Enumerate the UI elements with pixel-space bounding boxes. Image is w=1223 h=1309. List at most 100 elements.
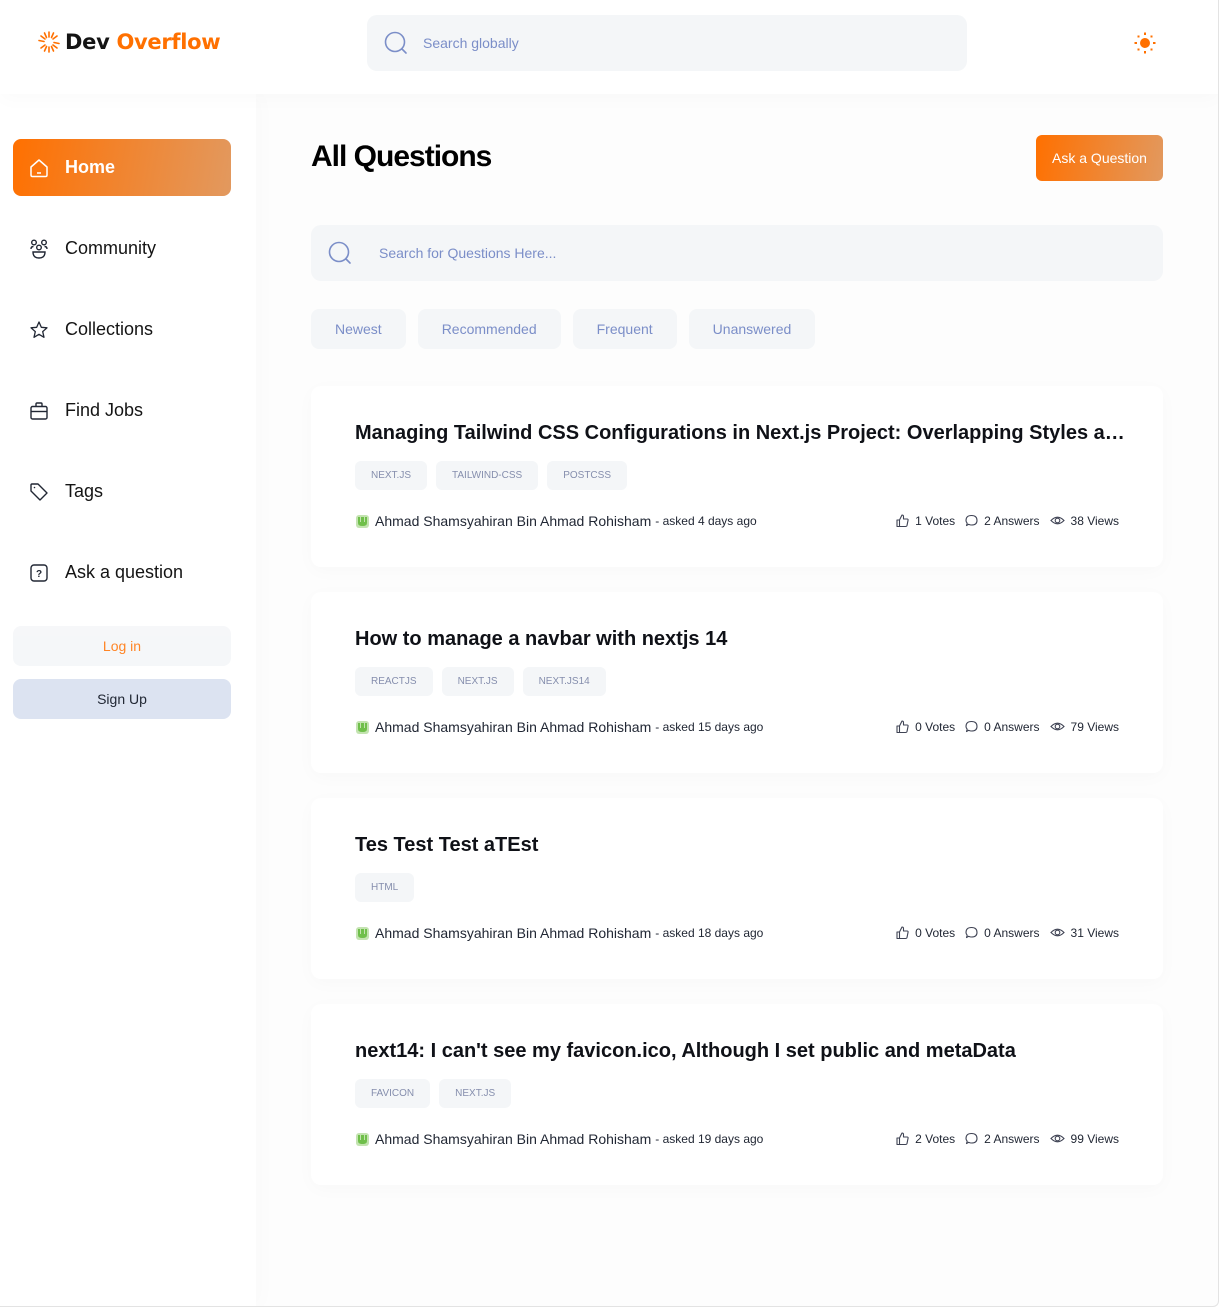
global-search-input[interactable] [423, 15, 943, 71]
views-metric: 31 Views [1049, 925, 1119, 940]
question-title[interactable]: Managing Tailwind CSS Configurations in … [355, 422, 1125, 445]
sidebar-item-tags[interactable]: Tags [13, 463, 231, 520]
thumbs-up-icon [896, 926, 909, 940]
filter-recommended[interactable]: Recommended [417, 309, 561, 349]
tag-badge[interactable]: HTML [355, 873, 415, 902]
signup-button[interactable]: Sign Up [13, 679, 231, 719]
ask-question-button[interactable]: Ask a Question [1036, 135, 1163, 181]
filter-unanswered[interactable]: Unanswered [688, 309, 816, 349]
avatar-icon [356, 1132, 369, 1146]
answers-metric: 2 Answers [964, 1131, 1040, 1146]
question-card: Tes Test Test aTEst HTML Ahmad Shamsyahi… [311, 798, 1163, 979]
question-metrics: 0 Votes 0 Answers 31 Views [895, 925, 1119, 940]
question-search-input[interactable] [379, 225, 1139, 281]
tag-list: REACTJS NEXT.JS NEXT.JS14 [355, 667, 606, 696]
tag-list: HTML [355, 873, 415, 902]
metric-label: 31 Views [1070, 925, 1119, 940]
home-icon [30, 158, 48, 177]
logo[interactable]: Dev Overflow [36, 29, 221, 55]
navbar: Dev Overflow [0, 0, 1218, 94]
eye-icon [1049, 722, 1065, 731]
sidebar-item-collections[interactable]: Collections [13, 301, 231, 358]
tag-badge[interactable]: TAILWIND-CSS [436, 461, 539, 490]
question-card: How to manage a navbar with nextjs 14 RE… [311, 592, 1163, 773]
metric-label: 0 Answers [984, 925, 1040, 940]
app-window: Dev Overflow Search globally Home Commun… [0, 0, 1219, 1307]
tag-badge[interactable]: REACTJS [355, 667, 433, 696]
author-name: Ahmad Shamsyahiran Bin Ahmad Rohisham [375, 925, 652, 941]
svg-text:?: ? [36, 569, 42, 580]
asked-time: - asked 18 days ago [655, 926, 764, 940]
author-name: Ahmad Shamsyahiran Bin Ahmad Rohisham [375, 719, 652, 735]
eye-icon [1049, 516, 1065, 525]
question-title[interactable]: next14: I can't see my favicon.ico, Alth… [355, 1040, 1125, 1063]
sidebar-item-find-jobs[interactable]: Find Jobs [13, 382, 231, 439]
logo-icon [38, 31, 60, 53]
question-metrics: 2 Votes 2 Answers 99 Views [895, 1131, 1119, 1146]
votes-metric: 1 Votes [895, 513, 955, 528]
filter-tabs: Newest Recommended Frequent Unanswered [311, 309, 816, 349]
answers-metric: 2 Answers [964, 513, 1040, 528]
asked-time: - asked 15 days ago [655, 720, 764, 734]
eye-icon [1049, 928, 1065, 937]
views-metric: 79 Views [1049, 719, 1119, 734]
metric-label: 0 Votes [915, 719, 956, 734]
sidebar-item-label: Tags [65, 481, 104, 501]
thumbs-up-icon [896, 720, 909, 734]
login-button[interactable]: Log in [13, 626, 231, 666]
question-card: next14: I can't see my favicon.ico, Alth… [311, 1004, 1163, 1185]
question-search [311, 225, 1163, 281]
views-metric: 99 Views [1049, 1131, 1119, 1146]
tag-badge[interactable]: NEXT.JS [441, 667, 514, 696]
sidebar-item-ask-question[interactable]: ? Ask a question [13, 544, 231, 601]
question-title[interactable]: Tes Test Test aTEst [355, 834, 1125, 857]
tag-badge[interactable]: NEXT.JS14 [522, 667, 606, 696]
sidebar-item-label: Collections [65, 319, 154, 339]
avatar-icon [356, 720, 369, 734]
star-icon [30, 320, 48, 338]
votes-metric: 0 Votes [895, 925, 955, 940]
question-title[interactable]: How to manage a navbar with nextjs 14 [355, 628, 1125, 651]
global-search [367, 15, 967, 71]
thumbs-up-icon [896, 1132, 909, 1146]
sidebar-item-label: Community [65, 238, 157, 258]
author-name: Ahmad Shamsyahiran Bin Ahmad Rohisham [375, 1131, 652, 1147]
question-metrics: 0 Votes 0 Answers 79 Views [895, 719, 1119, 734]
tag-badge[interactable]: NEXT.JS [355, 461, 428, 490]
search-icon [328, 241, 351, 264]
metric-label: 2 Votes [915, 1131, 956, 1146]
filter-newest[interactable]: Newest [311, 309, 406, 349]
eye-icon [1049, 1134, 1065, 1143]
author[interactable]: Ahmad Shamsyahiran Bin Ahmad Rohisham - … [355, 925, 763, 941]
message-icon [965, 1132, 978, 1145]
theme-toggle[interactable] [1132, 30, 1158, 56]
sidebar-item-community[interactable]: Community [13, 220, 231, 277]
answers-metric: 0 Answers [964, 719, 1040, 734]
asked-time: - asked 4 days ago [655, 514, 757, 528]
metric-label: 1 Votes [915, 513, 956, 528]
metric-label: 2 Answers [984, 1131, 1040, 1146]
views-metric: 38 Views [1049, 513, 1119, 528]
question-card: Managing Tailwind CSS Configurations in … [311, 386, 1163, 567]
metric-label: 0 Votes [915, 925, 956, 940]
question-metrics: 1 Votes 2 Answers 38 Views [895, 513, 1119, 528]
votes-metric: 0 Votes [895, 719, 955, 734]
author[interactable]: Ahmad Shamsyahiran Bin Ahmad Rohisham - … [355, 719, 763, 735]
sidebar-item-label: Find Jobs [65, 400, 144, 420]
briefcase-icon [30, 401, 48, 420]
filter-frequent[interactable]: Frequent [572, 309, 677, 349]
message-icon [965, 720, 978, 733]
votes-metric: 2 Votes [895, 1131, 955, 1146]
tag-badge[interactable]: FAVICON [355, 1079, 431, 1108]
tag-badge[interactable]: POSTCSS [547, 461, 627, 490]
author-name: Ahmad Shamsyahiran Bin Ahmad Rohisham [375, 513, 652, 529]
users-icon [30, 239, 48, 259]
author[interactable]: Ahmad Shamsyahiran Bin Ahmad Rohisham - … [355, 1131, 763, 1147]
message-icon [965, 926, 978, 939]
sidebar-item-home[interactable]: Home [13, 139, 231, 196]
page-title: All Questions [311, 140, 492, 173]
thumbs-up-icon [896, 514, 909, 528]
author[interactable]: Ahmad Shamsyahiran Bin Ahmad Rohisham - … [355, 513, 757, 529]
metric-label: 0 Answers [984, 719, 1040, 734]
tag-badge[interactable]: NEXT.JS [439, 1079, 512, 1108]
